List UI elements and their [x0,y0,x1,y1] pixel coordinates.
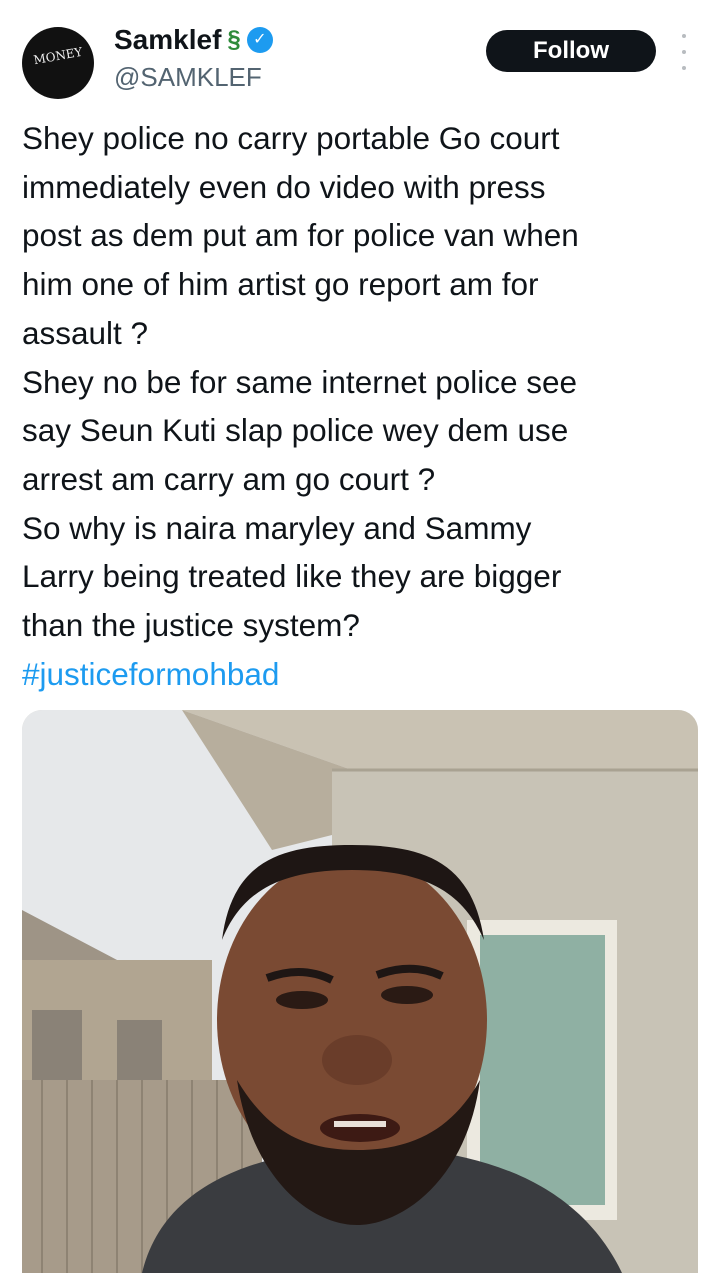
tweet-text: Shey police no carry portable Go court i… [22,114,702,698]
tweet-line: than the justice system? [22,607,360,644]
avatar-logo-text: MONEY [32,44,84,68]
author-display-name[interactable]: Samklef [114,24,221,56]
tweet-line: Larry being treated like they are bigger [22,558,562,595]
tweet-line: assault ? [22,314,149,351]
verified-badge-icon: ✓ [246,27,273,53]
tweet-line: immediately even do video with press [22,168,546,205]
tweet-line: Shey police no carry portable Go court [22,120,560,156]
video-thumbnail [22,710,698,1273]
tweet-line: post as dem put am for police van when [22,217,579,254]
tweet-line: Shey no be for same internet police see [22,363,578,400]
tweet-line: him one of him artist go report am for [22,266,539,303]
snake-icon: § [227,26,241,53]
tweet-line: arrest am carry am go court ? [22,460,436,497]
tweet-video[interactable] [22,710,698,1273]
hashtag-link[interactable]: #justiceformohbad [22,650,702,699]
author-handle[interactable]: @SAMKLEF [114,62,262,93]
avatar[interactable]: MONEY [22,27,94,99]
more-options-icon[interactable] [677,34,691,70]
tweet-header: MONEY Samklef § ✓ @SAMKLEF Follow [0,0,720,110]
follow-button[interactable]: Follow [486,30,656,72]
author-display-name-row[interactable]: Samklef § ✓ [114,24,273,56]
tweet-line: say Seun Kuti slap police wey dem use [22,412,569,449]
tweet-line: So why is naira maryley and Sammy [22,509,532,546]
